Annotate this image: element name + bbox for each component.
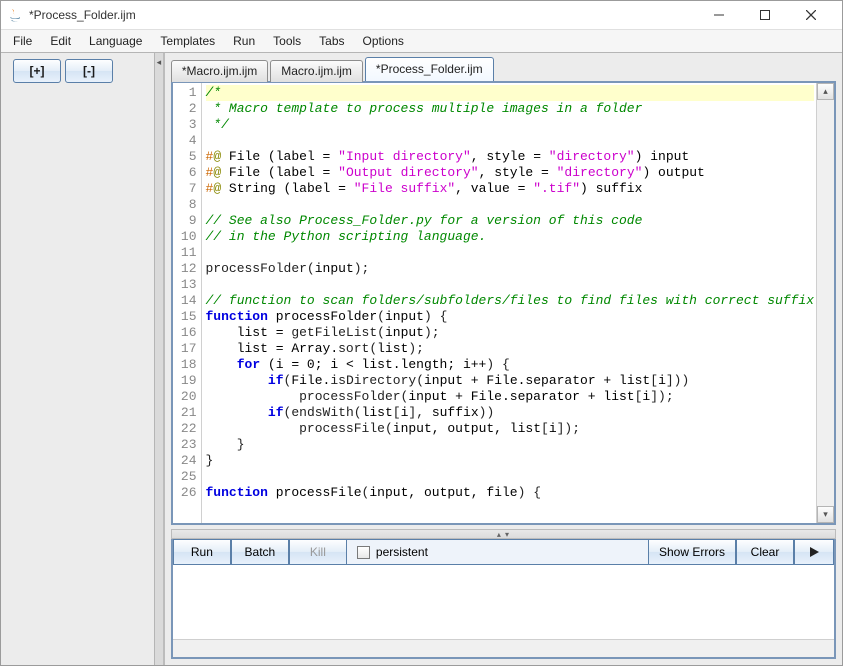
side-panel: [+] [-] ◂ — [1, 53, 165, 665]
menu-templates[interactable]: Templates — [152, 32, 223, 50]
menu-tools[interactable]: Tools — [265, 32, 309, 50]
tab-process-folder[interactable]: *Process_Folder.ijm — [365, 57, 494, 81]
code-line[interactable]: /* — [206, 85, 815, 101]
code-line[interactable]: // function to scan folders/subfolders/f… — [206, 293, 815, 309]
code-line[interactable]: processFolder(input + File.separator + l… — [206, 389, 815, 405]
scroll-down-icon[interactable]: ▾ — [817, 506, 834, 523]
code-line[interactable]: processFile(input, output, list[i]); — [206, 421, 815, 437]
play-button[interactable] — [794, 539, 834, 565]
clear-button[interactable]: Clear — [736, 539, 794, 565]
java-app-icon — [7, 7, 23, 23]
batch-button[interactable]: Batch — [231, 539, 289, 565]
code-line[interactable]: #@ File (label = "Input directory", styl… — [206, 149, 815, 165]
menu-language[interactable]: Language — [81, 32, 150, 50]
code-line[interactable]: */ — [206, 117, 815, 133]
code-line[interactable]: function processFolder(input) { — [206, 309, 815, 325]
code-line[interactable]: list = Array.sort(list); — [206, 341, 815, 357]
remove-pane-button[interactable]: [-] — [65, 59, 113, 83]
titlebar: *Process_Folder.ijm — [1, 1, 842, 30]
close-button[interactable] — [788, 1, 834, 29]
persistent-checkbox[interactable] — [357, 546, 370, 559]
run-button[interactable]: Run — [173, 539, 231, 565]
persistent-label: persistent — [376, 545, 428, 559]
code-line[interactable] — [206, 133, 815, 149]
tab-macro-2[interactable]: Macro.ijm.ijm — [270, 60, 363, 82]
code-line[interactable]: processFolder(input); — [206, 261, 815, 277]
collapse-sidepanel-handle[interactable]: ◂ — [154, 53, 163, 665]
code-line[interactable]: function processFile(input, output, file… — [206, 485, 815, 501]
minimize-button[interactable] — [696, 1, 742, 29]
main-area: [+] [-] ◂ *Macro.ijm.ijm Macro.ijm.ijm *… — [1, 53, 842, 665]
code-line[interactable]: for (i = 0; i < list.length; i++) { — [206, 357, 815, 373]
window: *Process_Folder.ijm File Edit Language T… — [0, 0, 843, 666]
code-line[interactable] — [206, 469, 815, 485]
vertical-scrollbar[interactable]: ▴ ▾ — [816, 83, 834, 523]
maximize-button[interactable] — [742, 1, 788, 29]
tab-strip: *Macro.ijm.ijm Macro.ijm.ijm *Process_Fo… — [165, 53, 842, 81]
code-line[interactable]: if(File.isDirectory(input + File.separat… — [206, 373, 815, 389]
scroll-up-icon[interactable]: ▴ — [817, 83, 834, 100]
code-line[interactable] — [206, 245, 815, 261]
editor-panel: *Macro.ijm.ijm Macro.ijm.ijm *Process_Fo… — [165, 53, 842, 665]
window-title: *Process_Folder.ijm — [29, 8, 696, 22]
splitter-grip-icon: ▴ ▾ — [497, 530, 510, 539]
kill-button[interactable]: Kill — [289, 539, 347, 565]
menu-tabs[interactable]: Tabs — [311, 32, 352, 50]
code-line[interactable]: #@ File (label = "Output directory", sty… — [206, 165, 815, 181]
editor-frame: 1234567891011121314151617181920212223242… — [171, 81, 836, 525]
code-line[interactable]: } — [206, 437, 815, 453]
window-controls — [696, 1, 834, 29]
add-pane-button[interactable]: [+] — [13, 59, 61, 83]
menu-run[interactable]: Run — [225, 32, 263, 50]
menu-options[interactable]: Options — [355, 32, 412, 50]
horizontal-scrollbar[interactable] — [173, 639, 834, 657]
menu-file[interactable]: File — [5, 32, 40, 50]
code-line[interactable] — [206, 277, 815, 293]
code-line[interactable]: if(endsWith(list[i], suffix)) — [206, 405, 815, 421]
run-toolbar: Run Batch Kill persistent Show Errors Cl… — [171, 539, 836, 565]
code-editor[interactable]: 1234567891011121314151617181920212223242… — [173, 83, 834, 523]
code-line[interactable]: #@ String (label = "File suffix", value … — [206, 181, 815, 197]
menu-edit[interactable]: Edit — [42, 32, 79, 50]
code-line[interactable]: // See also Process_Folder.py for a vers… — [206, 213, 815, 229]
line-gutter: 1234567891011121314151617181920212223242… — [173, 83, 202, 523]
code-line[interactable]: list = getFileList(input); — [206, 325, 815, 341]
show-errors-button[interactable]: Show Errors — [648, 539, 736, 565]
code-line[interactable]: // in the Python scripting language. — [206, 229, 815, 245]
code-line[interactable]: } — [206, 453, 815, 469]
play-icon — [808, 546, 820, 558]
tab-macro-1[interactable]: *Macro.ijm.ijm — [171, 60, 268, 82]
menubar: File Edit Language Templates Run Tools T… — [1, 30, 842, 53]
code-line[interactable] — [206, 197, 815, 213]
persistent-checkbox-wrap[interactable]: persistent — [347, 539, 648, 565]
code-line[interactable]: * Macro template to process multiple ima… — [206, 101, 815, 117]
horizontal-splitter[interactable]: ▴ ▾ — [171, 529, 836, 539]
console-output[interactable] — [171, 565, 836, 659]
code-area[interactable]: /* * Macro template to process multiple … — [202, 83, 817, 523]
